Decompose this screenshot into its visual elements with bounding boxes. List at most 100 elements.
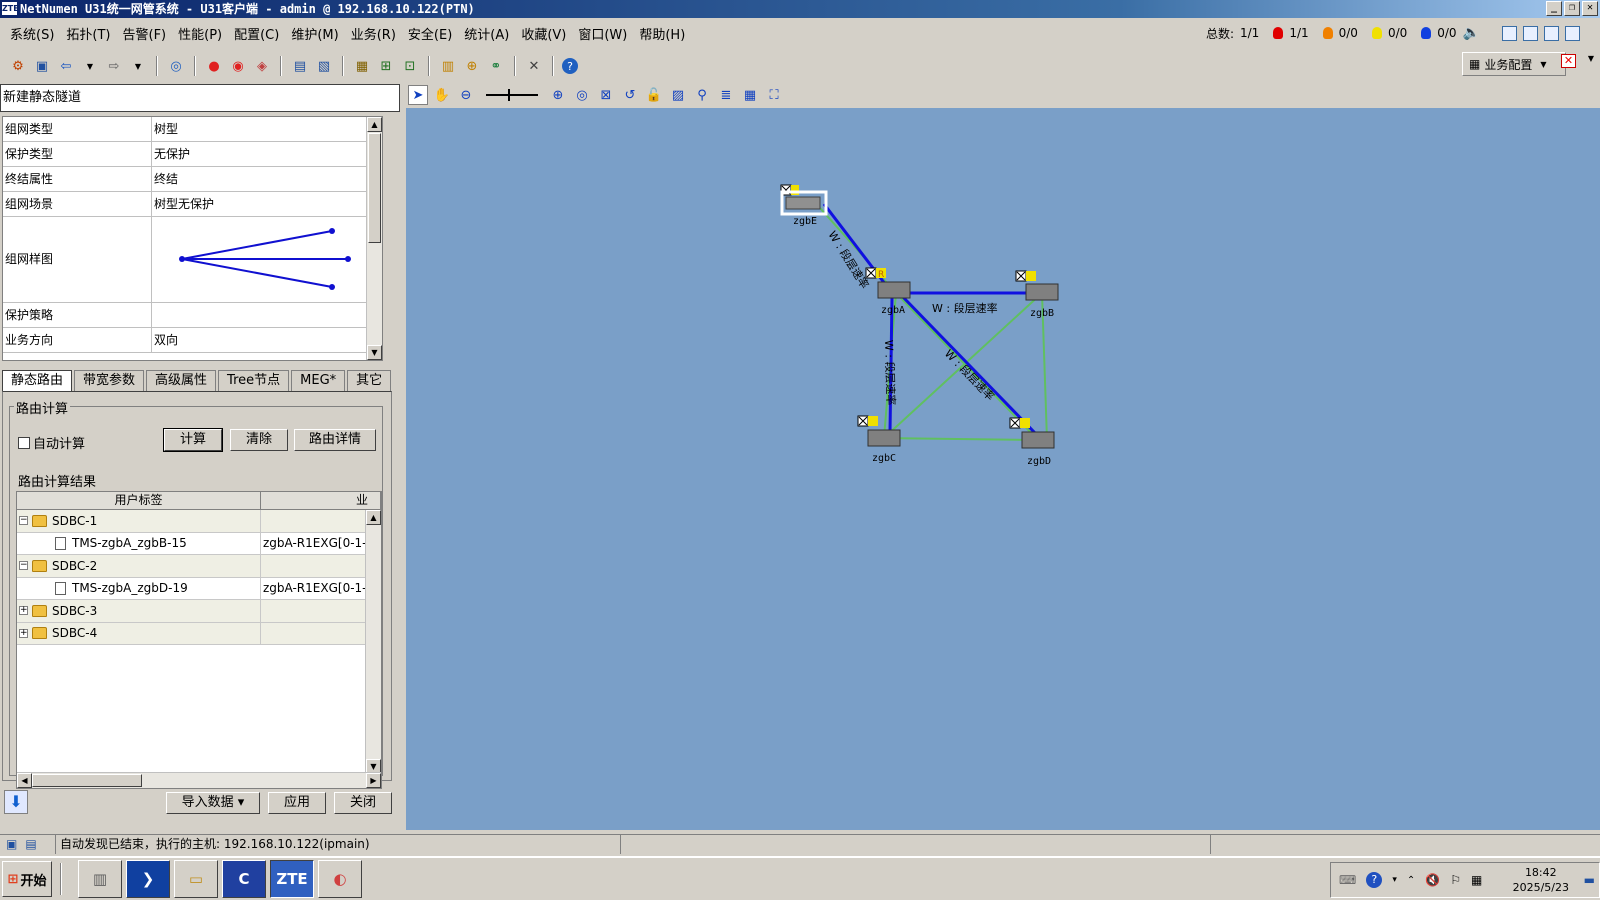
- report-icon[interactable]: [1523, 25, 1538, 41]
- property-scrollbar[interactable]: ▲ ▼: [366, 117, 382, 360]
- close-window-button[interactable]: ✕: [1582, 1, 1598, 16]
- config-icon[interactable]: ▦: [352, 56, 372, 76]
- table-row[interactable]: − SDBC-1: [17, 510, 381, 533]
- menu-service[interactable]: 业务(R): [345, 24, 402, 43]
- alarm-history-icon[interactable]: ◉: [228, 56, 248, 76]
- filter-icon[interactable]: ≣: [716, 85, 736, 105]
- table-row[interactable]: − SDBC-2: [17, 555, 381, 578]
- clear-button[interactable]: 清除: [230, 429, 288, 451]
- link-line[interactable]: [883, 437, 1039, 441]
- property-value[interactable]: 无保护: [152, 142, 382, 166]
- menu-alarm[interactable]: 告警(F): [117, 24, 173, 43]
- collapse-icon[interactable]: −: [19, 516, 28, 526]
- find-icon[interactable]: ⚲: [692, 85, 712, 105]
- flag-icon[interactable]: ⚐: [1450, 873, 1461, 887]
- zoom-in-icon[interactable]: ⊕: [548, 85, 568, 105]
- scroll-left-icon[interactable]: ◀: [17, 773, 32, 788]
- menu-performance[interactable]: 性能(P): [172, 24, 228, 43]
- volume-icon[interactable]: 🔇: [1425, 873, 1440, 887]
- message-icon[interactable]: ▤: [25, 835, 36, 854]
- property-value[interactable]: 树型无保护: [152, 192, 382, 216]
- window-icon[interactable]: ▤: [290, 56, 310, 76]
- tab-tree-node[interactable]: Tree节点: [218, 370, 290, 392]
- zoom-slider[interactable]: [486, 89, 538, 101]
- expand-icon[interactable]: +: [19, 628, 28, 638]
- property-row[interactable]: 业务方向 双向: [3, 328, 382, 353]
- tab-static-route[interactable]: 静态路由: [2, 370, 73, 392]
- topology-icon[interactable]: ⚙: [8, 56, 28, 76]
- calc-button[interactable]: 计算: [163, 428, 223, 452]
- search-window-icon[interactable]: ▧: [314, 56, 334, 76]
- table-row[interactable]: + SDBC-3: [17, 600, 381, 623]
- layout-icon[interactable]: ▨: [668, 85, 688, 105]
- chart-icon[interactable]: [1502, 25, 1517, 41]
- apply-button[interactable]: 应用: [268, 792, 326, 814]
- pan-hand-icon[interactable]: ✋: [432, 85, 452, 105]
- menu-favorites[interactable]: 收藏(V): [515, 24, 572, 43]
- major-alarm-icon[interactable]: [1322, 27, 1333, 39]
- alarm-filter-icon[interactable]: ◈: [252, 56, 272, 76]
- back-dropdown-icon[interactable]: ▼: [80, 56, 100, 76]
- minor-alarm-icon[interactable]: [1371, 27, 1382, 39]
- node-zgba[interactable]: R zgbA: [865, 267, 911, 316]
- tree-icon[interactable]: ⊞: [376, 56, 396, 76]
- paint-icon[interactable]: ◐: [318, 860, 362, 898]
- explorer-icon[interactable]: ▭: [174, 860, 218, 898]
- keyboard-icon[interactable]: ⌨: [1339, 873, 1356, 887]
- menu-statistics[interactable]: 统计(A): [458, 24, 515, 43]
- property-row[interactable]: 组网类型 树型: [3, 117, 382, 142]
- globe-icon[interactable]: ◎: [166, 56, 186, 76]
- tools-icon[interactable]: ✕: [524, 56, 544, 76]
- scroll-right-icon[interactable]: ▶: [366, 773, 381, 788]
- critical-alarm-icon[interactable]: [1273, 27, 1284, 39]
- scroll-thumb[interactable]: [368, 133, 381, 243]
- table-row[interactable]: TMS-zgbA_zgbB-15 zgbA-R1EXG[0-1-9]-: [17, 532, 381, 555]
- tab-meg[interactable]: MEG*: [291, 370, 346, 392]
- property-row[interactable]: 保护策略: [3, 303, 382, 328]
- sound-icon[interactable]: 🔈: [1463, 25, 1480, 41]
- restore-button[interactable]: ❐: [1564, 1, 1580, 16]
- help-icon[interactable]: ?: [1366, 872, 1383, 888]
- menu-topology[interactable]: 拓扑(T): [60, 24, 116, 43]
- menu-system[interactable]: 系统(S): [4, 24, 60, 43]
- column-header-service[interactable]: 业: [261, 492, 381, 509]
- service-add-icon[interactable]: ⊕: [462, 56, 482, 76]
- scroll-down-icon[interactable]: ▼: [367, 345, 382, 360]
- menu-security[interactable]: 安全(E): [402, 24, 458, 43]
- node-zgbe[interactable]: zgbE: [780, 184, 828, 227]
- zoom-fit-icon[interactable]: ◎: [572, 85, 592, 105]
- help-icon[interactable]: ?: [562, 58, 578, 74]
- property-row[interactable]: 保护类型 无保护: [3, 142, 382, 167]
- menu-config[interactable]: 配置(C): [228, 24, 285, 43]
- expand-icon[interactable]: +: [19, 606, 28, 616]
- zoom-out-icon[interactable]: ⊖: [456, 85, 476, 105]
- checkbox-box[interactable]: [18, 436, 30, 449]
- biz-config-dropdown[interactable]: ▦ 业务配置 ▼: [1462, 52, 1566, 76]
- link-icon[interactable]: ⚭: [486, 56, 506, 76]
- table-hscrollbar[interactable]: ◀ ▶: [17, 772, 381, 788]
- start-button[interactable]: ⊞ 开始: [2, 861, 52, 897]
- overview-icon[interactable]: ▦: [740, 85, 760, 105]
- close-view-icon[interactable]: ✕: [1561, 54, 1576, 68]
- network-tray-icon[interactable]: ▦: [1471, 873, 1482, 887]
- menu-maintain[interactable]: 维护(M): [285, 24, 344, 43]
- table-scrollbar[interactable]: ▲ ▼: [365, 510, 381, 774]
- select-pointer-icon[interactable]: ➤: [408, 85, 428, 105]
- table-row[interactable]: TMS-zgbA_zgbD-19 zgbA-R1EXG[0-1-10: [17, 577, 381, 600]
- menu-help[interactable]: 帮助(H): [633, 24, 691, 43]
- alarm-view-icon[interactable]: ▣: [32, 56, 52, 76]
- network-icon[interactable]: ⊡: [400, 56, 420, 76]
- collapse-icon[interactable]: −: [19, 561, 28, 571]
- fit-window-icon[interactable]: ⛶: [764, 85, 784, 105]
- network-status-icon[interactable]: ▣: [6, 835, 17, 854]
- minimize-button[interactable]: _: [1546, 1, 1562, 16]
- property-row[interactable]: 组网场景 树型无保护: [3, 192, 382, 217]
- service-icon[interactable]: ▥: [438, 56, 458, 76]
- node-zgbc[interactable]: zgbC: [857, 415, 901, 464]
- alarm-bell-icon[interactable]: ●: [204, 56, 224, 76]
- property-row[interactable]: 终结属性 终结: [3, 167, 382, 192]
- forward-dropdown-icon[interactable]: ▼: [128, 56, 148, 76]
- hscroll-thumb[interactable]: [32, 774, 142, 787]
- column-header-label[interactable]: 用户标签: [17, 492, 261, 509]
- property-value[interactable]: 树型: [152, 117, 382, 141]
